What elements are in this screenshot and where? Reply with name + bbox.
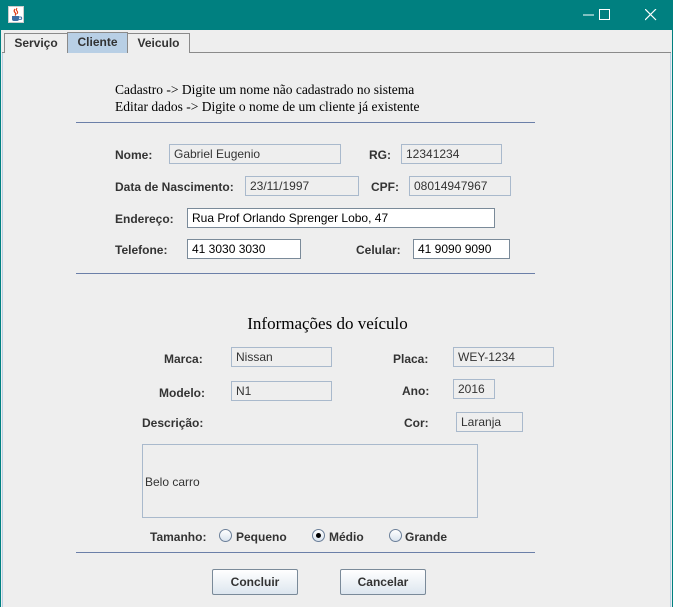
divider [76, 552, 535, 553]
ano-label: Ano: [402, 384, 430, 398]
window-title-bar [0, 0, 673, 30]
tab-cliente[interactable]: Cliente [67, 32, 128, 53]
cor-label: Cor: [404, 416, 429, 430]
celular-input[interactable]: 41 9090 9090 [413, 239, 510, 259]
tab-veiculo[interactable]: Veiculo [127, 33, 190, 53]
tab-strip-baseline-left [2, 52, 5, 53]
close-icon [645, 9, 657, 21]
divider [76, 122, 535, 123]
modelo-label: Modelo: [159, 386, 205, 400]
placa-label: Placa: [393, 352, 429, 366]
nome-label: Nome: [115, 148, 153, 162]
tamanho-label: Tamanho: [150, 530, 207, 544]
marca-field[interactable]: Nissan [231, 347, 332, 367]
endereco-label: Endereço: [115, 212, 174, 226]
telefone-input[interactable]: 41 3030 3030 [187, 239, 301, 259]
veiculo-section-title-text: Informações do veículo [247, 314, 408, 333]
telefone-label: Telefone: [115, 243, 168, 257]
radio-grande[interactable] [389, 529, 402, 542]
placa-field[interactable]: WEY-1234 [453, 347, 554, 367]
veiculo-section-title: Informações do veículo [0, 314, 673, 334]
maximize-icon [599, 9, 610, 20]
info-editar-text: Editar dados -> Digite o nome de um clie… [115, 99, 420, 114]
cor-field[interactable]: Laranja [456, 412, 523, 432]
data-nascimento-field[interactable]: 23/11/1997 [245, 176, 359, 196]
rg-field[interactable]: 12341234 [401, 144, 502, 164]
close-button[interactable] [634, 0, 668, 30]
cpf-field[interactable]: 08014947967 [409, 176, 511, 196]
radio-medio-label[interactable]: Médio [329, 530, 364, 544]
info-cadastro-text: Cadastro -> Digite um nome não cadastrad… [115, 82, 415, 97]
descricao-label: Descrição: [142, 416, 204, 430]
maximize-button[interactable] [588, 0, 622, 30]
cpf-label: CPF: [371, 180, 399, 194]
radio-medio[interactable] [312, 529, 325, 542]
rg-label: RG: [369, 148, 391, 162]
descricao-textarea[interactable]: Belo carro [142, 444, 478, 518]
ano-field[interactable]: 2016 [453, 379, 495, 399]
nome-field[interactable]: Gabriel Eugenio [169, 144, 341, 164]
tab-servico[interactable]: Serviço [4, 33, 68, 53]
radio-pequeno[interactable] [219, 529, 232, 542]
endereco-input[interactable]: Rua Prof Orlando Sprenger Lobo, 47 [187, 208, 495, 228]
modelo-field[interactable]: N1 [231, 381, 332, 401]
data-nascimento-label: Data de Nascimento: [115, 180, 234, 194]
radio-grande-label[interactable]: Grande [405, 530, 447, 544]
marca-label: Marca: [164, 352, 203, 366]
divider [76, 273, 535, 274]
celular-label: Celular: [356, 243, 401, 257]
concluir-button[interactable]: Concluir [212, 569, 298, 595]
java-cup-icon [8, 6, 24, 23]
cancelar-button[interactable]: Cancelar [340, 569, 426, 595]
radio-pequeno-label[interactable]: Pequeno [236, 530, 287, 544]
tab-strip-baseline [190, 52, 671, 53]
